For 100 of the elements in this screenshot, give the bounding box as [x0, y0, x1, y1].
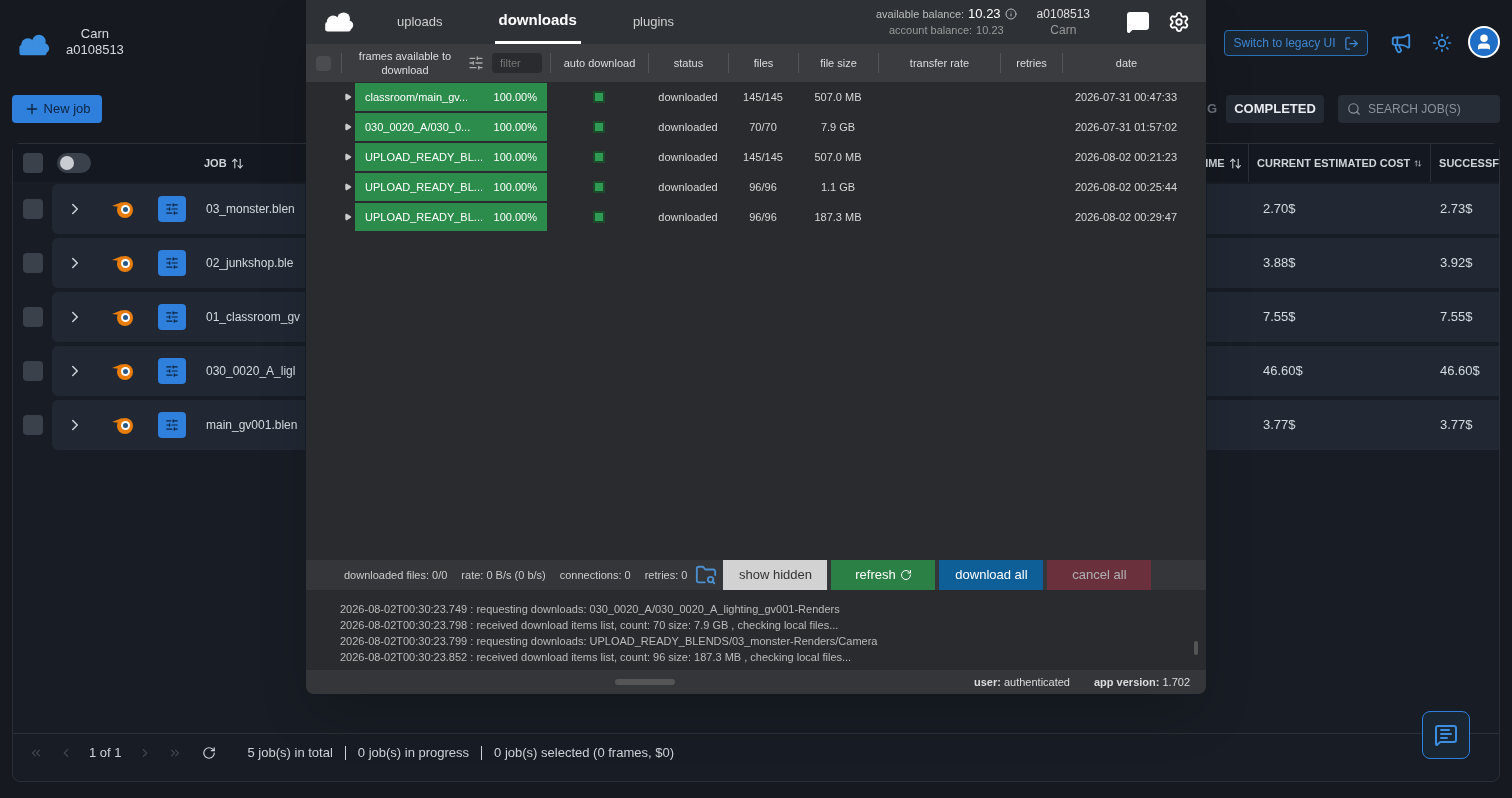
scrollbar-thumb[interactable] [1194, 641, 1198, 655]
download-name: UPLOAD_READY_BL... [365, 179, 483, 195]
column-header[interactable]: SUCCESSF [1431, 144, 1499, 182]
cost-cell-text: 2.70$ [1263, 200, 1297, 219]
checkbox[interactable] [593, 181, 605, 193]
column-header[interactable]: CURRENT ESTIMATED COST [1249, 144, 1432, 182]
transfer-stat: rate: 0 B/s (0 b/s) [461, 567, 546, 583]
checkbox[interactable] [23, 153, 43, 173]
job-row[interactable]: 2.70$ 2.73$ [1207, 184, 1499, 234]
job-stat: 0 job(s) in progress [357, 743, 470, 762]
expand-icon[interactable] [344, 123, 352, 131]
cost-cell-text: 46.60$ [1263, 362, 1304, 381]
download-name: UPLOAD_READY_BL... [365, 209, 483, 225]
balance-value: 10.23 [976, 23, 1004, 38]
resize-handle[interactable] [615, 679, 675, 685]
settings-icon[interactable] [1168, 11, 1190, 33]
balance-label: available balance: [876, 7, 965, 22]
expand-icon[interactable] [344, 213, 352, 221]
sliders-button[interactable] [158, 250, 186, 276]
download-name: 030_0020_A/030_0... [365, 119, 471, 135]
balance-label: account balance: [888, 23, 973, 38]
refresh-icon[interactable] [201, 745, 216, 760]
checkbox[interactable] [23, 415, 43, 435]
refresh-button[interactable]: refresh [831, 560, 936, 590]
action-button[interactable]: download all [939, 560, 1044, 590]
sliders-icon [165, 256, 179, 270]
job-stat: 0 job(s) selected (0 frames, $0) [494, 743, 674, 762]
date-cell-text: 2026-08-02 00:29:47 [1073, 209, 1179, 225]
transfer-stat: retries: 0 [644, 567, 688, 583]
table-cell-text: 3.92$ [1440, 254, 1473, 273]
job-row[interactable]: 02_junkshop.ble [52, 238, 305, 288]
job-row[interactable]: 03_monster.blen [52, 184, 305, 234]
folder-search-icon[interactable] [695, 564, 718, 586]
checkbox[interactable] [23, 253, 43, 273]
log-line: 2026-08-02T00:30:23.749 : requesting downloads: 030_0020_A/030_0020_A_lighting_gv001-Renders [340, 602, 841, 617]
info-icon[interactable] [1004, 8, 1017, 20]
chat-button[interactable] [1422, 711, 1470, 759]
download-percent: 100.00% [493, 119, 537, 135]
checkbox[interactable] [593, 211, 605, 223]
theme-button[interactable] [1432, 33, 1452, 53]
column-header: date [1062, 53, 1190, 73]
job-row[interactable]: 3.77$ 3.77$ [1207, 400, 1499, 450]
sliders-button[interactable] [158, 412, 186, 438]
action-button[interactable]: show hidden [723, 560, 828, 590]
filter-field[interactable]: filter [492, 53, 542, 73]
job-row[interactable]: main_gv001.blen [52, 400, 305, 450]
sort-icon[interactable] [1228, 156, 1242, 170]
download-percent: 100.00% [493, 149, 537, 165]
tab[interactable]: uploads [397, 0, 443, 44]
table-cell-text: 3.77$ [1440, 416, 1473, 435]
search-field[interactable]: SEARCH JOB(S) [1338, 95, 1500, 123]
transfer-stat: connections: 0 [559, 567, 631, 583]
cost-cell-text: 3.88$ [1263, 254, 1297, 273]
log-line: 2026-08-02T00:30:23.852 : received download items list, count: 96 size: 187.3 MB , checking local files... [340, 650, 853, 665]
sun-icon [1432, 33, 1452, 53]
checkbox[interactable] [593, 121, 605, 133]
cost-cell-text: 7.55$ [1263, 308, 1297, 327]
status-tab[interactable]: COMPLETED [1226, 95, 1324, 123]
logo-icon [322, 10, 354, 34]
announcement-button[interactable] [1390, 32, 1412, 54]
status-cell-text: downloaded [657, 179, 719, 195]
column-header: file size [798, 53, 878, 73]
column-header[interactable]: JOB [204, 144, 244, 182]
checkbox[interactable] [23, 307, 43, 327]
job-row[interactable]: 01_classroom_gv [52, 292, 305, 342]
sliders-button[interactable] [158, 358, 186, 384]
download-name: UPLOAD_READY_BL... [365, 149, 483, 165]
expand-icon[interactable] [344, 153, 352, 161]
job-row[interactable]: 46.60$ 46.60$ [1207, 346, 1499, 396]
job-row[interactable]: 3.88$ 3.92$ [1207, 238, 1499, 288]
legacy-ui-button[interactable]: Switch to legacy UI [1224, 30, 1368, 56]
sliders-button[interactable] [158, 196, 186, 222]
user-icon [1475, 33, 1493, 51]
toggle-switch[interactable] [57, 153, 91, 173]
date-cell-text: 2026-08-02 00:21:23 [1073, 149, 1179, 165]
column-header: auto download [550, 53, 648, 73]
tab[interactable]: plugins [632, 0, 675, 44]
expand-icon[interactable] [344, 183, 352, 191]
checkbox[interactable] [593, 91, 605, 103]
cost-cell-text: 3.77$ [1263, 416, 1297, 435]
download-percent: 100.00% [493, 209, 537, 225]
checkbox[interactable] [23, 361, 43, 381]
avatar-button[interactable] [1468, 26, 1500, 58]
job-stat: 5 job(s) in total [247, 743, 333, 762]
log-line: 2026-08-02T00:30:23.798 : received download items list, count: 70 size: 7.9 GB , checking local files... [340, 618, 840, 633]
new-job-button[interactable]: New job [12, 95, 102, 123]
sliders-icon [165, 202, 179, 216]
job-row[interactable]: 7.55$ 7.55$ [1207, 292, 1499, 342]
chat-icon[interactable] [1126, 10, 1150, 34]
job-row[interactable]: 030_0020_A_ligl [52, 346, 305, 396]
status-cell-text: downloaded [657, 119, 719, 135]
job-name: 03_monster.blen [206, 201, 295, 218]
sliders-button[interactable] [158, 304, 186, 330]
expand-icon[interactable] [344, 93, 352, 101]
sliders-icon[interactable] [468, 55, 484, 71]
sliders-icon [165, 364, 179, 378]
sort-icon[interactable] [230, 156, 244, 170]
balance-value: 10.23 [968, 6, 1001, 22]
checkbox[interactable] [23, 199, 43, 219]
checkbox[interactable] [593, 151, 605, 163]
